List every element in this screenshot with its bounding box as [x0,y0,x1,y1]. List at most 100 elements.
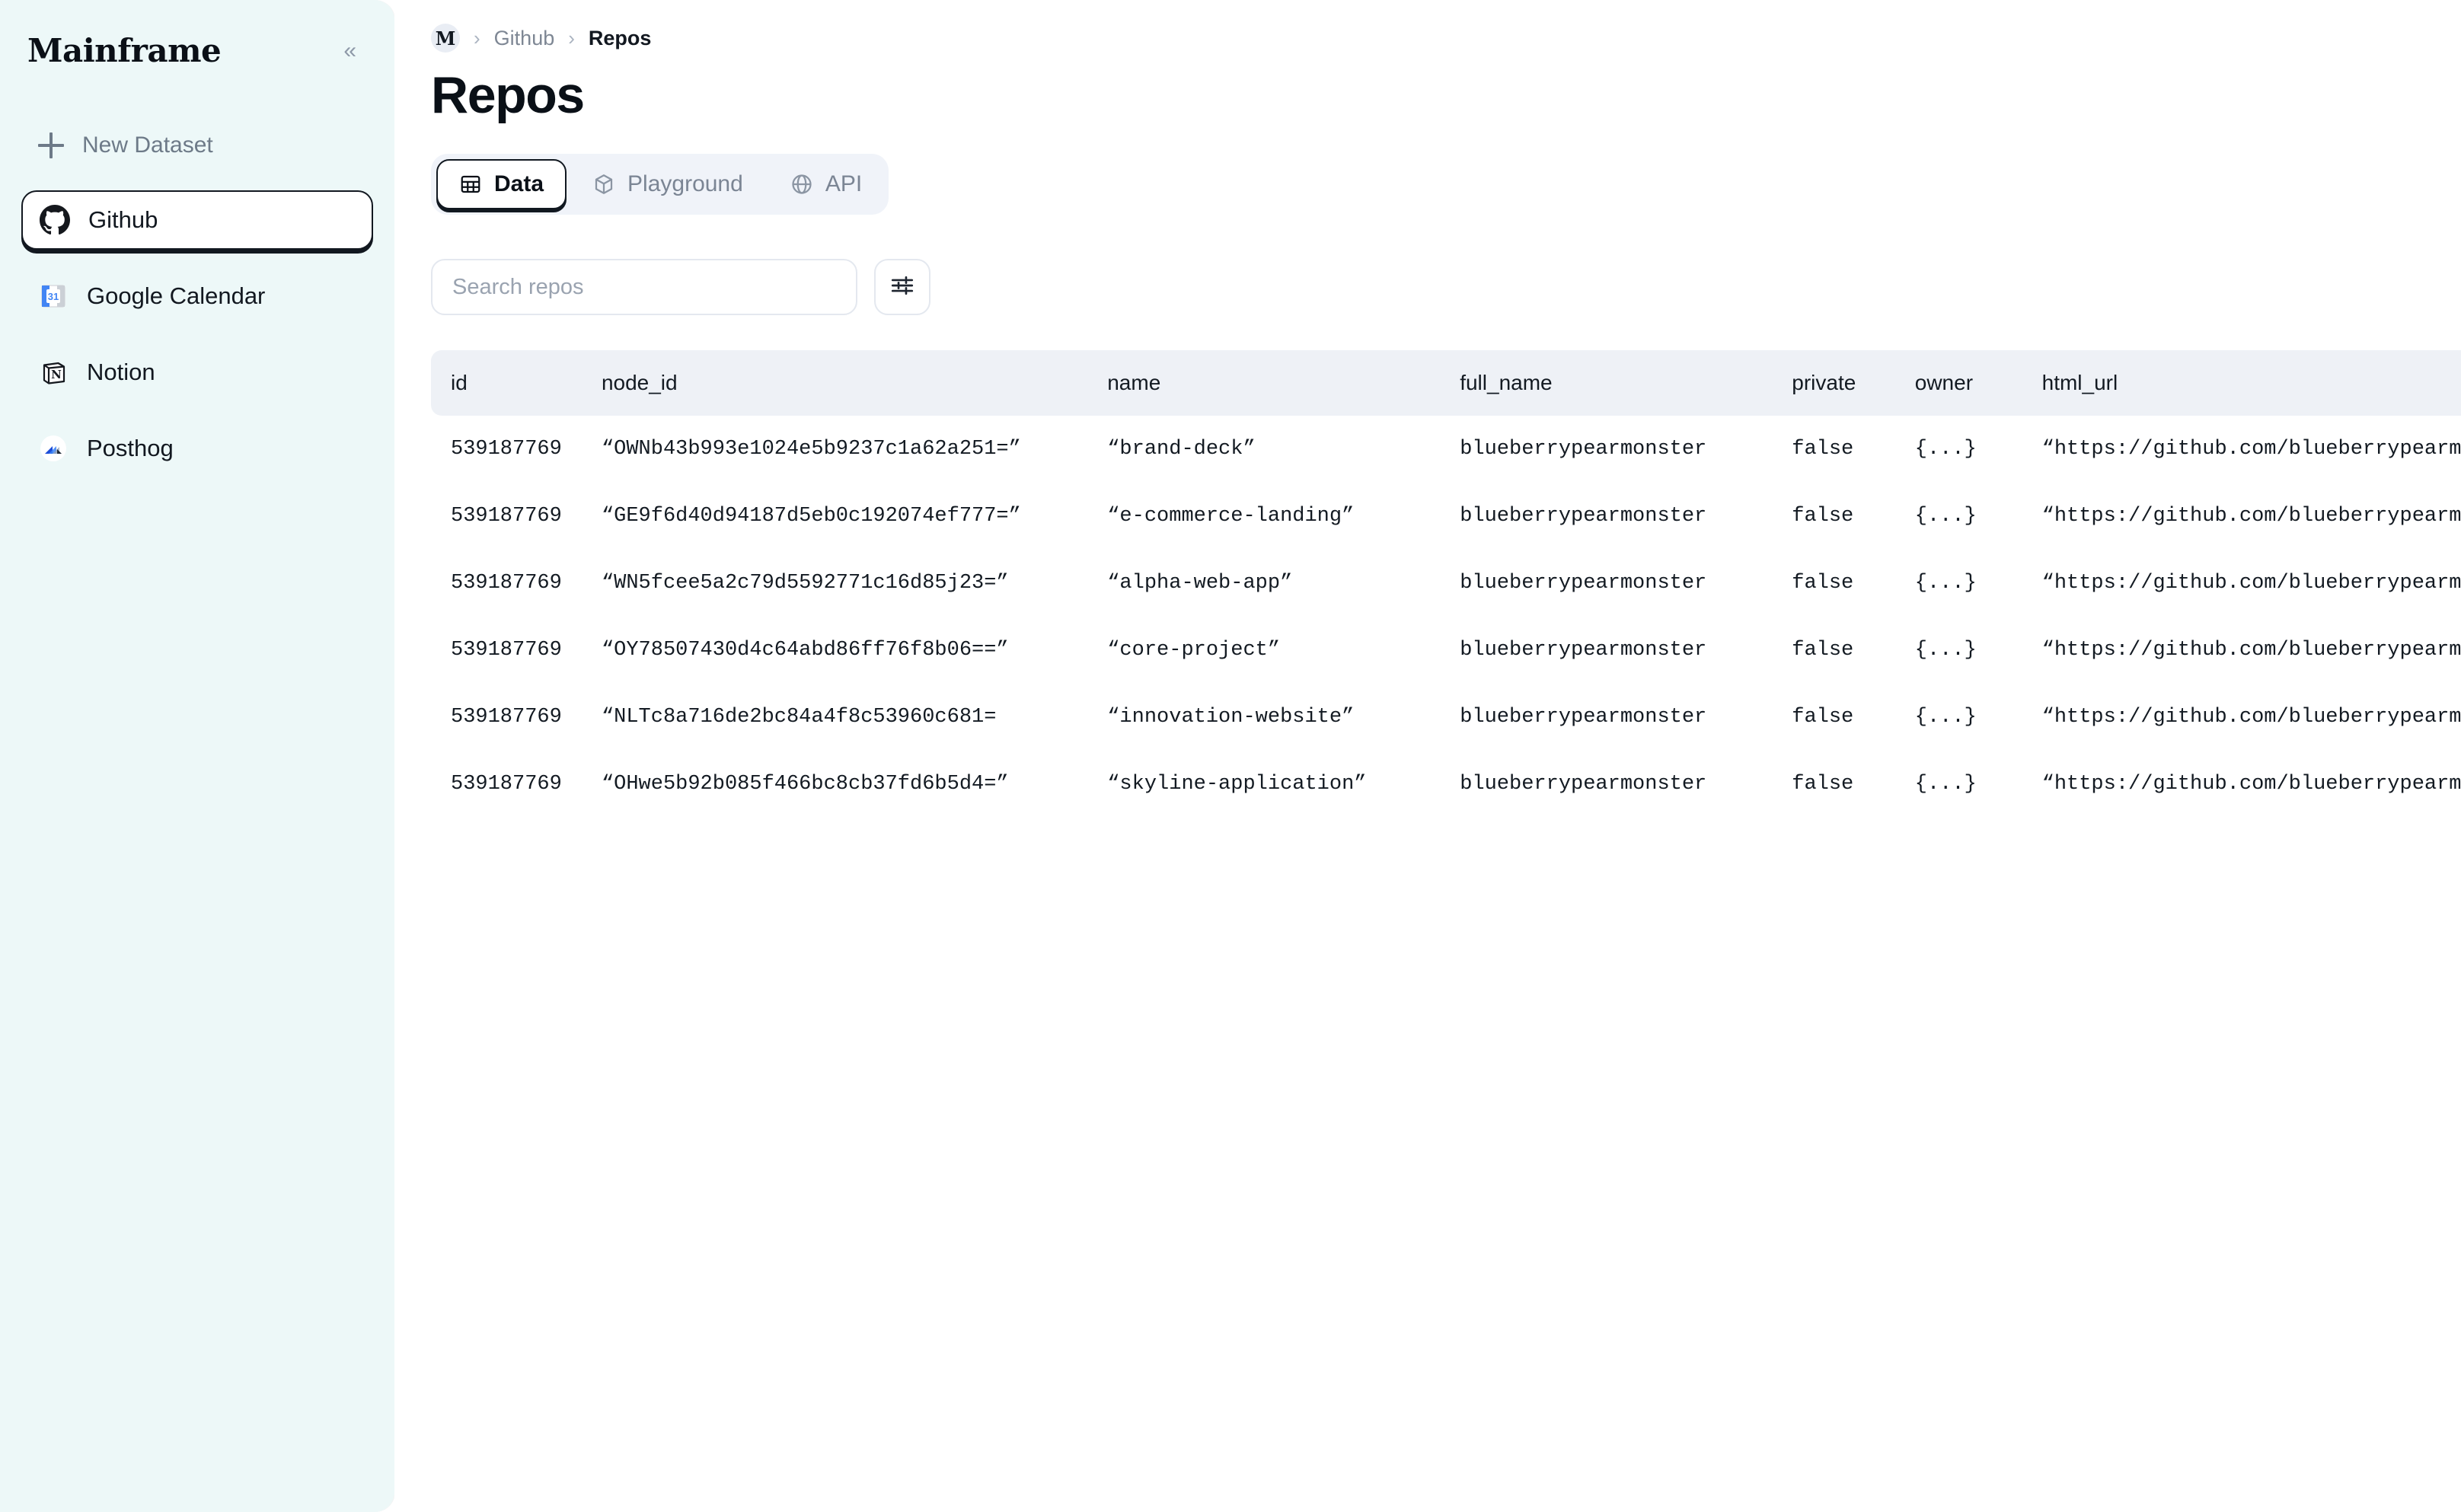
cell-name: “alpha-web-app” [1107,550,1460,617]
sidebar-item-github[interactable]: Github [21,190,373,250]
column-header-node-id[interactable]: node_id [602,350,1107,416]
column-header-full-name[interactable]: full_name [1460,350,1792,416]
tab-label: Data [494,171,544,197]
posthog-icon [38,433,69,464]
cell-node-id: “OHwe5b92b085f466bc8cb37fd6b5d4=” [602,751,1107,818]
cell-node-id: “NLTc8a716de2bc84a4f8c53960c681= [602,684,1107,751]
cell-html-url: “https://github.com/blueberrypearmonster… [2042,550,2461,617]
cell-name: “skyline-application” [1107,751,1460,818]
cell-html-url: “https://github.com/blueberrypearmonster… [2042,416,2461,483]
search-input[interactable] [431,259,857,315]
table-icon [459,173,482,196]
tab-playground[interactable]: Playground [571,161,764,208]
cell-private: false [1792,751,1915,818]
column-header-private[interactable]: private [1792,350,1915,416]
view-tabs: Data Playground [431,154,889,215]
cell-full-name: blueberrypearmonster [1460,684,1792,751]
cell-name: “brand-deck” [1107,416,1460,483]
chevrons-left-icon[interactable]: « [337,35,359,67]
sidebar-item-notion[interactable]: N Notion [21,343,373,402]
cell-private: false [1792,617,1915,684]
table-row[interactable]: 539187769 “NLTc8a716de2bc84a4f8c53960c68… [431,684,2461,751]
cell-owner[interactable]: {...} [1915,550,2042,617]
google-calendar-icon: 31 [38,281,69,311]
cell-node-id: “OY78507430d4c64abd86ff76f8b06==” [602,617,1107,684]
cell-id: 539187769 [431,550,602,617]
tab-data[interactable]: Data [436,159,567,209]
data-table-container: id node_id name full_name private owner … [394,350,2461,818]
github-icon [40,205,70,235]
cell-name: “e-commerce-landing” [1107,483,1460,550]
cell-html-url: “https://github.com/blueberrypearmonster… [2042,751,2461,818]
table-row[interactable]: 539187769 “OY78507430d4c64abd86ff76f8b06… [431,617,2461,684]
table-row[interactable]: 539187769 “OHwe5b92b085f466bc8cb37fd6b5d… [431,751,2461,818]
breadcrumb-item-repos[interactable]: Repos [589,27,652,50]
page-title: Repos [431,65,2461,125]
dataset-list: Github 31 Google Calendar [21,190,373,478]
cell-name: “innovation-website” [1107,684,1460,751]
cell-id: 539187769 [431,617,602,684]
sidebar-item-label: Posthog [87,435,174,462]
breadcrumb-separator-icon: › [474,28,480,48]
cell-id: 539187769 [431,751,602,818]
table-header: id node_id name full_name private owner … [431,350,2461,416]
breadcrumb-separator-icon: › [568,28,575,48]
column-header-id[interactable]: id [431,350,602,416]
cell-html-url: “https://github.com/blueberrypearmonster… [2042,617,2461,684]
cell-owner[interactable]: {...} [1915,483,2042,550]
sidebar-item-label: Notion [87,359,155,386]
sidebar-header: Mainframe « [0,24,394,78]
sidebar-item-label: Google Calendar [87,282,265,310]
cell-owner[interactable]: {...} [1915,617,2042,684]
cell-node-id: “GE9f6d40d94187d5eb0c192074ef777=” [602,483,1107,550]
cell-private: false [1792,550,1915,617]
cell-private: false [1792,684,1915,751]
cell-node-id: “WN5fcee5a2c79d5592771c16d85j23=” [602,550,1107,617]
tab-label: Playground [627,171,743,197]
sidebar-item-posthog[interactable]: Posthog [21,419,373,478]
cell-html-url: “https://github.com/blueberrypearmonster… [2042,483,2461,550]
svg-text:31: 31 [48,291,59,302]
cell-full-name: blueberrypearmonster [1460,483,1792,550]
svg-text:N: N [51,368,62,381]
table-row[interactable]: 539187769 “GE9f6d40d94187d5eb0c192074ef7… [431,483,2461,550]
cell-id: 539187769 [431,483,602,550]
cell-private: false [1792,483,1915,550]
cell-owner[interactable]: {...} [1915,751,2042,818]
breadcrumb: M › Github › Repos [394,0,2461,46]
sidebar-nav: New Dataset Github [0,117,394,478]
cell-id: 539187769 [431,416,602,483]
new-dataset-label: New Dataset [82,132,213,158]
new-dataset-button[interactable]: New Dataset [21,117,373,174]
tab-label: API [825,171,862,197]
column-header-name[interactable]: name [1107,350,1460,416]
sidebar-item-label: Github [88,206,158,234]
cell-html-url: “https://github.com/blueberrypearmonster… [2042,684,2461,751]
repos-table: id node_id name full_name private owner … [431,350,2461,818]
main-content: M › Github › Repos Repos Data [394,0,2461,1512]
table-row[interactable]: 539187769 “WN5fcee5a2c79d5592771c16d85j2… [431,550,2461,617]
column-header-html-url[interactable]: html_url [2042,350,2461,416]
breadcrumb-item-github[interactable]: Github [494,27,555,50]
plus-icon [38,132,64,158]
column-header-owner[interactable]: owner [1915,350,2042,416]
table-toolbar [431,259,2461,315]
sidebar-item-google-calendar[interactable]: 31 Google Calendar [21,266,373,326]
cell-full-name: blueberrypearmonster [1460,617,1792,684]
app-brand-title: Mainframe [27,35,221,67]
cube-icon [592,173,615,196]
cell-id: 539187769 [431,684,602,751]
cell-full-name: blueberrypearmonster [1460,550,1792,617]
globe-icon [790,173,813,196]
table-row[interactable]: 539187769 “OWNb43b993e1024e5b9237c1a62a2… [431,416,2461,483]
table-body: 539187769 “OWNb43b993e1024e5b9237c1a62a2… [431,416,2461,818]
table-header-row: id node_id name full_name private owner … [431,350,2461,416]
cell-full-name: blueberrypearmonster [1460,751,1792,818]
cell-full-name: blueberrypearmonster [1460,416,1792,483]
cell-owner[interactable]: {...} [1915,684,2042,751]
workspace-avatar[interactable]: M [431,24,460,53]
sidebar: Mainframe « New Dataset Github [0,0,394,1512]
filter-button[interactable] [874,259,930,315]
cell-owner[interactable]: {...} [1915,416,2042,483]
tab-api[interactable]: API [769,161,883,208]
